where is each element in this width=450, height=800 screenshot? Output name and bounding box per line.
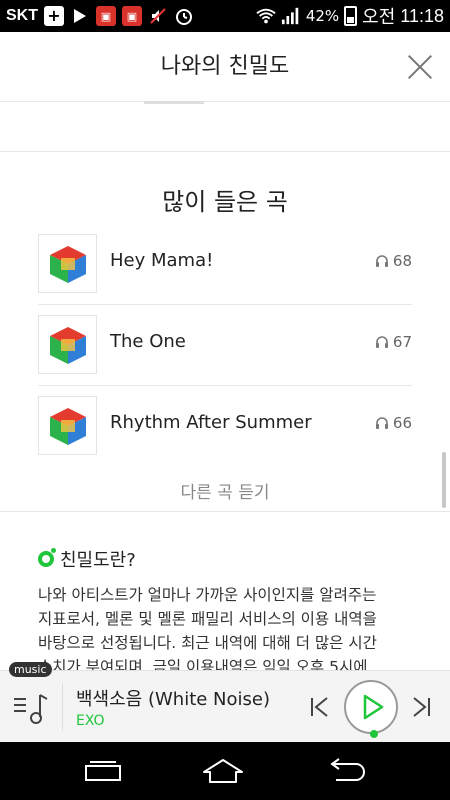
headphone-icon	[375, 255, 388, 267]
album-art-icon	[50, 327, 86, 364]
close-button[interactable]	[404, 51, 436, 83]
status-bar: SKT + ▣ ▣ 42% 오전 11:18	[0, 0, 450, 32]
recent-apps-icon[interactable]	[80, 756, 126, 786]
album-art-icon	[50, 408, 86, 445]
song-row[interactable]: Rhythm After Summer 66	[38, 386, 412, 467]
album-thumbnail[interactable]	[38, 396, 97, 455]
play-count-value: 67	[392, 333, 412, 351]
scrollbar[interactable]	[442, 452, 446, 508]
headphone-icon	[375, 336, 388, 348]
play-count-value: 68	[392, 252, 412, 270]
now-playing-artist[interactable]: EXO	[76, 713, 105, 729]
album-art-icon	[50, 246, 86, 283]
song-title[interactable]: Hey Mama!	[110, 250, 213, 271]
song-row[interactable]: Hey Mama! 68	[38, 224, 412, 305]
album-thumbnail[interactable]	[38, 234, 97, 293]
song-row[interactable]: The One 67	[38, 305, 412, 386]
home-icon[interactable]	[200, 756, 246, 786]
battery-percent: 42%	[305, 7, 340, 25]
back-icon[interactable]	[322, 756, 368, 786]
alarm-icon	[174, 6, 194, 26]
system-nav-bar	[0, 742, 450, 800]
previous-section	[0, 104, 450, 152]
header: 나와의 친밀도	[0, 32, 450, 102]
headphone-icon	[375, 417, 388, 429]
music-badge: music	[9, 662, 52, 677]
play-notification-icon	[70, 6, 90, 26]
previous-track-icon[interactable]	[309, 696, 331, 718]
player-divider	[62, 683, 63, 731]
progress-dot	[370, 730, 378, 738]
info-title: 친밀도란?	[38, 546, 136, 572]
clock: 11:18	[400, 5, 444, 26]
melon-dot-icon	[38, 548, 56, 567]
playlist-icon[interactable]	[12, 691, 52, 727]
album-thumbnail[interactable]	[38, 315, 97, 374]
song-title[interactable]: The One	[110, 331, 186, 352]
mini-player[interactable]: music 백색소음 (White Noise) EXO	[0, 662, 450, 742]
play-button[interactable]	[344, 680, 398, 738]
info-body: 나와 아티스트가 얼마나 가까운 사이인지를 알려주는 지표로서, 멜론 및 멜…	[38, 586, 377, 670]
carrier-label: SKT	[6, 7, 38, 24]
song-title[interactable]: Rhythm After Summer	[110, 412, 312, 433]
page-title: 나와의 친밀도	[160, 54, 290, 79]
mute-icon	[148, 6, 168, 26]
now-playing-title[interactable]: 백색소음 (White Noise)	[76, 685, 270, 711]
wifi-icon	[256, 6, 276, 26]
play-icon	[363, 694, 384, 720]
play-count-value: 66	[392, 414, 412, 432]
next-track-icon[interactable]	[410, 696, 432, 718]
intimacy-info-section: 친밀도란? 나와 아티스트가 얼마나 가까운 사이인지를 알려주는 지표로서, …	[0, 513, 450, 670]
plus-notification-icon: +	[44, 6, 64, 26]
play-count: 67	[375, 333, 412, 351]
ampm-label: 오전	[362, 7, 396, 27]
signal-icon	[281, 6, 301, 26]
info-title-text: 친밀도란?	[60, 550, 136, 571]
play-count: 68	[375, 252, 412, 270]
most-played-section: 많이 들은 곡 Hey Mama! 68 The One 67 Rhythm A…	[0, 152, 450, 512]
section-title: 많이 들은 곡	[162, 188, 288, 216]
app-notification-icon: ▣	[96, 6, 116, 26]
battery-icon	[344, 6, 358, 26]
more-songs-link[interactable]: 다른 곡 듣기	[0, 478, 450, 503]
app-notification-icon-2: ▣	[122, 6, 142, 26]
play-count: 66	[375, 414, 412, 432]
